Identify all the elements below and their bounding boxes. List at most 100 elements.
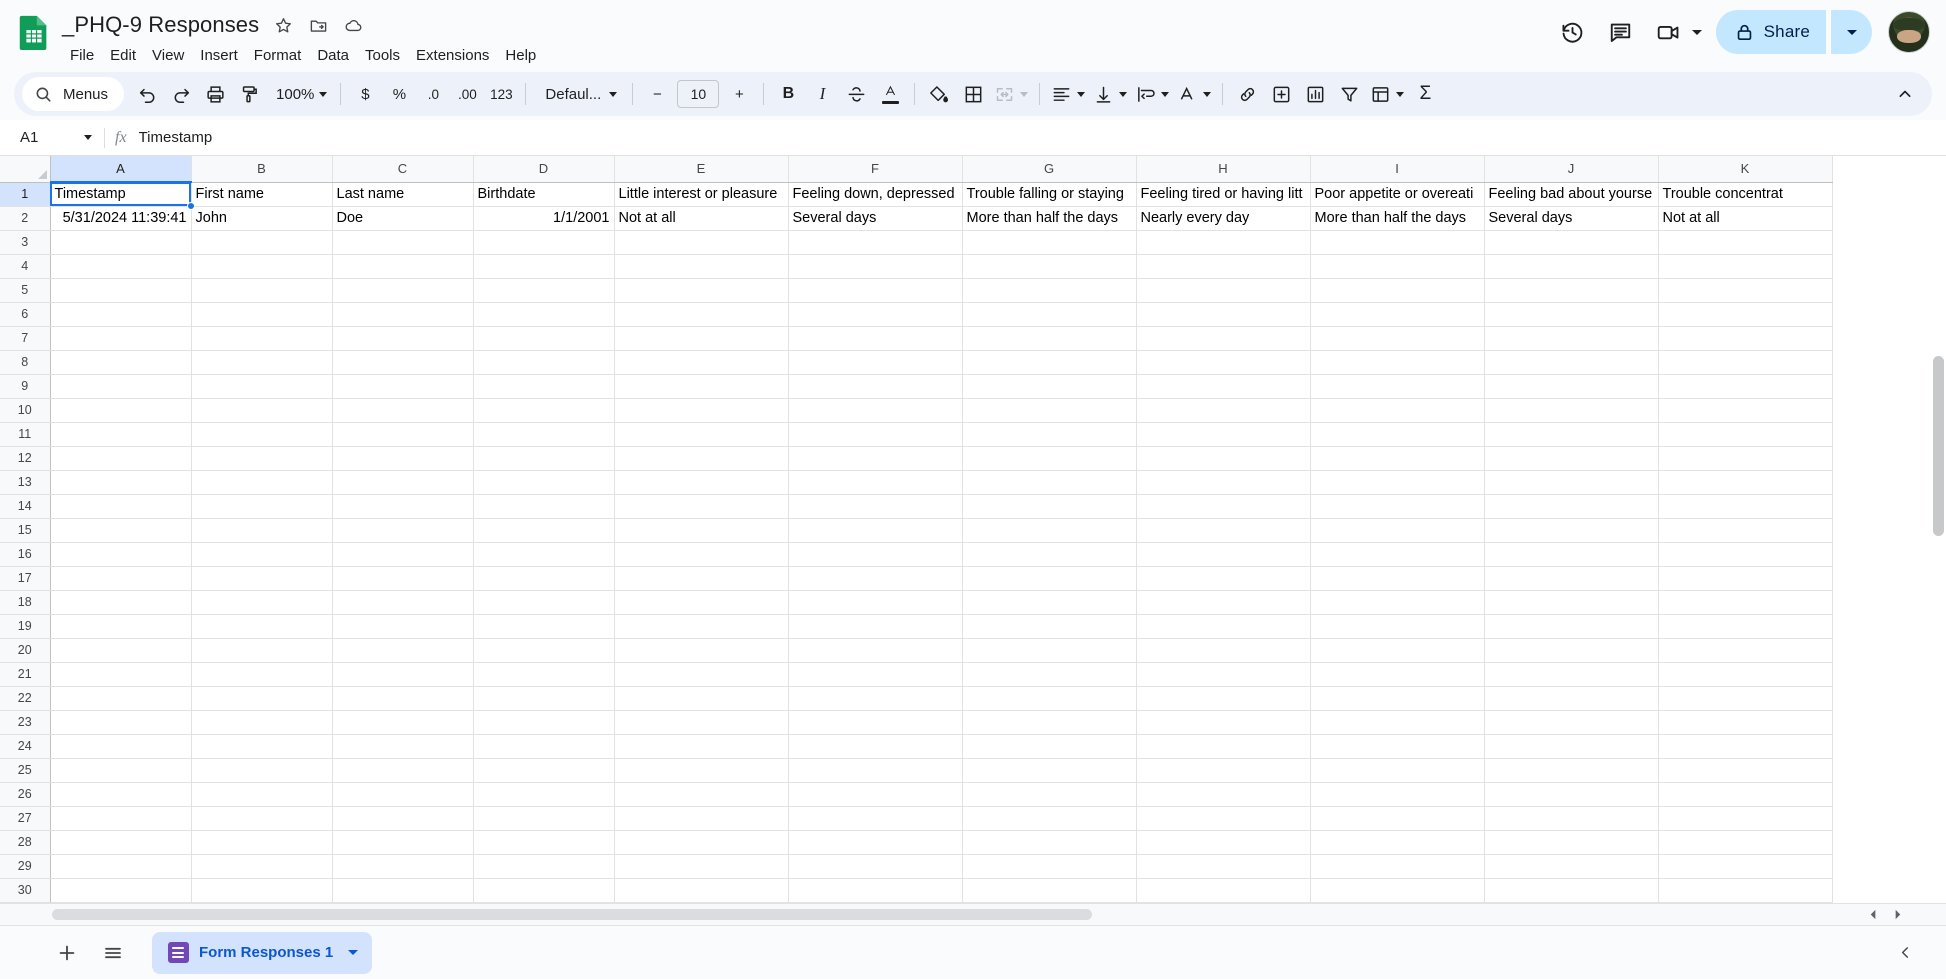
cell-a10[interactable] (50, 398, 192, 423)
fill-handle[interactable] (186, 201, 195, 210)
cell-c17[interactable] (332, 566, 474, 591)
insert-comment-button[interactable] (1264, 77, 1298, 111)
row-header-17[interactable]: 17 (0, 566, 51, 591)
cell-g13[interactable] (962, 470, 1137, 495)
cell-h28[interactable] (1136, 830, 1311, 855)
cell-d27[interactable] (473, 806, 615, 831)
account-avatar[interactable] (1888, 11, 1930, 53)
cell-b17[interactable] (191, 566, 333, 591)
cell-g17[interactable] (962, 566, 1137, 591)
cell-h30[interactable] (1136, 878, 1311, 903)
cell-a8[interactable] (50, 350, 192, 375)
cell-g9[interactable] (962, 374, 1137, 399)
cell-b23[interactable] (191, 710, 333, 735)
cell-a6[interactable] (50, 302, 192, 327)
cell-e30[interactable] (614, 878, 789, 903)
cell-g23[interactable] (962, 710, 1137, 735)
row-header-12[interactable]: 12 (0, 446, 51, 471)
cell-i9[interactable] (1310, 374, 1485, 399)
cell-e18[interactable] (614, 590, 789, 615)
cell-j30[interactable] (1484, 878, 1659, 903)
cell-a3[interactable] (50, 230, 192, 255)
undo-button[interactable] (130, 77, 164, 111)
cell-g5[interactable] (962, 278, 1137, 303)
cell-k29[interactable] (1658, 854, 1833, 879)
cell-i4[interactable] (1310, 254, 1485, 279)
cell-j3[interactable] (1484, 230, 1659, 255)
cell-h18[interactable] (1136, 590, 1311, 615)
cell-c13[interactable] (332, 470, 474, 495)
cell-b30[interactable] (191, 878, 333, 903)
cell-i12[interactable] (1310, 446, 1485, 471)
menu-tools[interactable]: Tools (357, 44, 408, 67)
cell-j11[interactable] (1484, 422, 1659, 447)
cell-g14[interactable] (962, 494, 1137, 519)
cell-i25[interactable] (1310, 758, 1485, 783)
cell-c19[interactable] (332, 614, 474, 639)
cell-k3[interactable] (1658, 230, 1833, 255)
cell-c8[interactable] (332, 350, 474, 375)
column-header-e[interactable]: E (614, 156, 789, 183)
menu-view[interactable]: View (144, 44, 192, 67)
cell-e23[interactable] (614, 710, 789, 735)
cell-a25[interactable] (50, 758, 192, 783)
cell-h2[interactable]: Nearly every day (1136, 206, 1311, 231)
cell-a12[interactable] (50, 446, 192, 471)
cell-c10[interactable] (332, 398, 474, 423)
strikethrough-button[interactable] (839, 77, 873, 111)
cell-b2[interactable]: John (191, 206, 333, 231)
row-header-25[interactable]: 25 (0, 758, 51, 783)
column-header-f[interactable]: F (788, 156, 963, 183)
cell-i18[interactable] (1310, 590, 1485, 615)
cell-c7[interactable] (332, 326, 474, 351)
cell-i7[interactable] (1310, 326, 1485, 351)
cell-k26[interactable] (1658, 782, 1833, 807)
row-header-9[interactable]: 9 (0, 374, 51, 399)
currency-format-button[interactable]: $ (348, 77, 382, 111)
cell-e29[interactable] (614, 854, 789, 879)
cell-e5[interactable] (614, 278, 789, 303)
cell-f30[interactable] (788, 878, 963, 903)
cell-j20[interactable] (1484, 638, 1659, 663)
row-header-29[interactable]: 29 (0, 854, 51, 879)
cell-k20[interactable] (1658, 638, 1833, 663)
cell-h15[interactable] (1136, 518, 1311, 543)
row-header-10[interactable]: 10 (0, 398, 51, 423)
search-menus-button[interactable]: Menus (22, 77, 125, 111)
cell-j18[interactable] (1484, 590, 1659, 615)
cell-h12[interactable] (1136, 446, 1311, 471)
menu-help[interactable]: Help (497, 44, 544, 67)
cell-e25[interactable] (614, 758, 789, 783)
cell-a2[interactable]: 5/31/2024 11:39:41 (50, 206, 192, 231)
text-wrap-button[interactable] (1131, 77, 1173, 111)
cell-a11[interactable] (50, 422, 192, 447)
cell-d5[interactable] (473, 278, 615, 303)
cell-d7[interactable] (473, 326, 615, 351)
row-header-11[interactable]: 11 (0, 422, 51, 447)
cell-h7[interactable] (1136, 326, 1311, 351)
decrease-decimal-button[interactable]: .0 (416, 77, 450, 111)
merge-cells-button[interactable] (990, 77, 1032, 111)
cell-i17[interactable] (1310, 566, 1485, 591)
insert-chart-button[interactable] (1298, 77, 1332, 111)
cell-i11[interactable] (1310, 422, 1485, 447)
cell-h23[interactable] (1136, 710, 1311, 735)
cell-j25[interactable] (1484, 758, 1659, 783)
cell-a27[interactable] (50, 806, 192, 831)
cell-j15[interactable] (1484, 518, 1659, 543)
cell-e4[interactable] (614, 254, 789, 279)
row-header-24[interactable]: 24 (0, 734, 51, 759)
cell-f21[interactable] (788, 662, 963, 687)
cell-k15[interactable] (1658, 518, 1833, 543)
cell-j12[interactable] (1484, 446, 1659, 471)
cell-b4[interactable] (191, 254, 333, 279)
cell-b7[interactable] (191, 326, 333, 351)
cell-g8[interactable] (962, 350, 1137, 375)
cell-i30[interactable] (1310, 878, 1485, 903)
cell-a13[interactable] (50, 470, 192, 495)
cell-d1[interactable]: Birthdate (473, 182, 615, 207)
insert-link-button[interactable] (1230, 77, 1264, 111)
cell-f18[interactable] (788, 590, 963, 615)
cell-j24[interactable] (1484, 734, 1659, 759)
cell-j19[interactable] (1484, 614, 1659, 639)
